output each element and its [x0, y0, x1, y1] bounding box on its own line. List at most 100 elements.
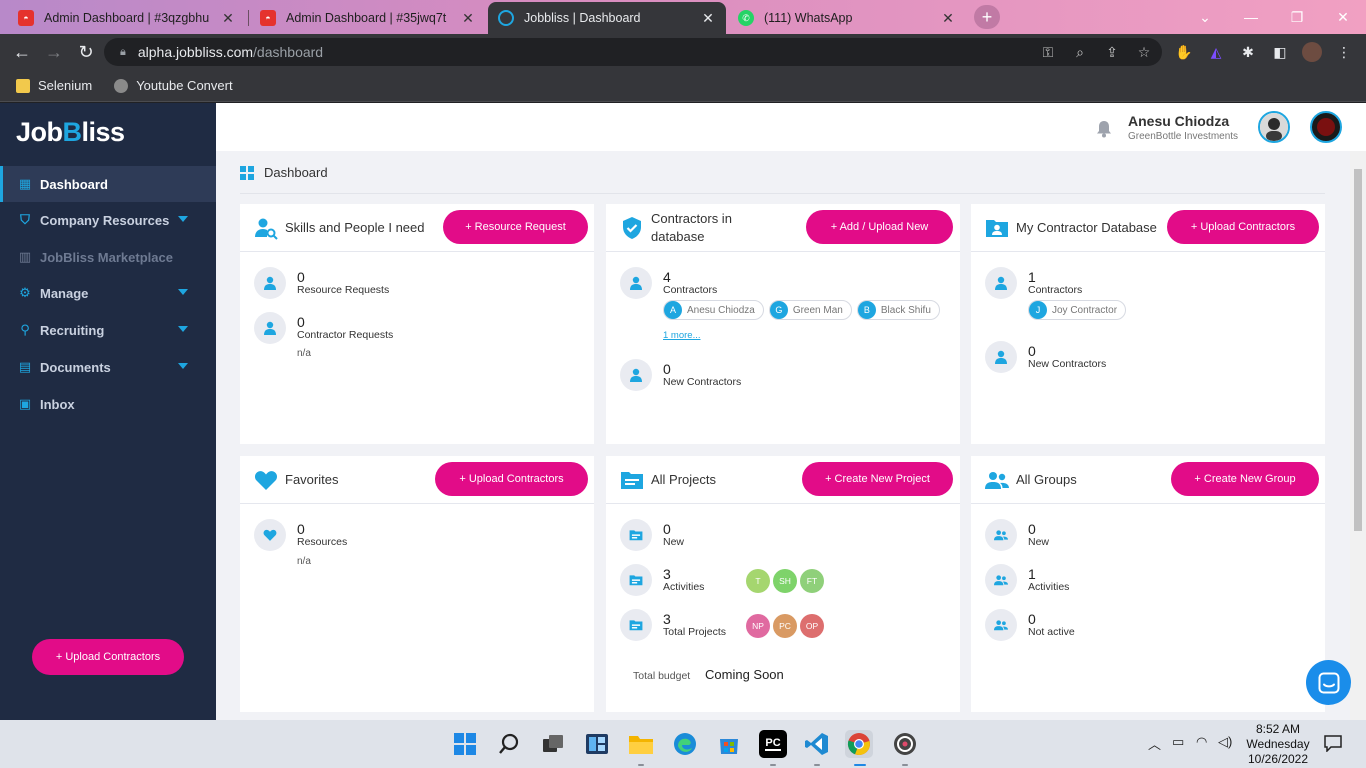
upload-contractors-button[interactable]: + Upload Contractors: [435, 462, 588, 496]
contractor-chip[interactable]: A Anesu Chiodza: [663, 300, 764, 320]
card-title: Favorites: [285, 472, 339, 487]
bookmark-star-icon[interactable]: ☆: [1134, 42, 1154, 62]
company-avatar[interactable]: [1310, 111, 1342, 143]
project-avatar[interactable]: OP: [800, 614, 824, 638]
resource-request-button[interactable]: + Resource Request: [443, 210, 588, 244]
close-tab-icon[interactable]: ✕: [940, 10, 956, 27]
extension-triangle-icon[interactable]: ◭: [1206, 42, 1226, 62]
search-icon[interactable]: [495, 730, 523, 758]
minimize-button[interactable]: —: [1228, 0, 1274, 34]
tab-search-icon[interactable]: ⌄: [1182, 0, 1228, 34]
contractors-card: Contractors in database + Add / Upload N…: [606, 204, 960, 444]
extensions-puzzle-icon[interactable]: ✱: [1238, 42, 1258, 62]
create-new-group-button[interactable]: + Create New Group: [1171, 462, 1319, 496]
admin-favicon-icon: ◓: [18, 10, 34, 26]
file-explorer-icon[interactable]: [627, 730, 655, 758]
running-indicator: [814, 764, 820, 766]
sidebar-item-dashboard[interactable]: ▦ Dashboard: [0, 166, 216, 202]
widgets-icon[interactable]: [583, 730, 611, 758]
new-tab-button[interactable]: +: [974, 5, 1000, 29]
sidebar-item-documents[interactable]: ▤ Documents: [0, 349, 216, 385]
activity-avatar[interactable]: FT: [800, 569, 824, 593]
activity-avatar[interactable]: SH: [773, 569, 797, 593]
system-clock[interactable]: 8:52 AM Wednesday 10/26/2022: [1238, 722, 1318, 767]
person-icon: [254, 267, 286, 299]
bookmark-youtube-convert[interactable]: Youtube Convert: [114, 78, 233, 93]
browser-tab[interactable]: ✆ (111) WhatsApp ✕: [728, 2, 966, 34]
more-link[interactable]: 1 more...: [663, 330, 701, 341]
close-tab-icon[interactable]: ✕: [220, 10, 236, 27]
list-item: 4 Contractors: [620, 267, 717, 299]
start-icon[interactable]: [451, 730, 479, 758]
main-content: Anesu Chiodza GreenBottle Investments Da…: [216, 103, 1366, 720]
menu-kebab-icon[interactable]: ⋮: [1334, 42, 1354, 62]
na-text: n/a: [297, 556, 311, 567]
sidebar-item-company-resources[interactable]: ⛉ Company Resources: [0, 202, 216, 238]
browser-tab[interactable]: ◓ Admin Dashboard | #3qzgbhu ✕: [8, 2, 246, 34]
obs-icon[interactable]: [891, 730, 919, 758]
url-host: alpha.jobbliss.com: [137, 44, 254, 60]
sidebar-item-marketplace[interactable]: ▥ JobBliss Marketplace: [0, 239, 216, 275]
battery-icon[interactable]: ▭: [1172, 734, 1184, 750]
breadcrumb: Dashboard: [240, 165, 328, 180]
all-groups-card: All Groups + Create New Group 0 New 1 Acti…: [971, 456, 1325, 712]
close-tab-icon[interactable]: ✕: [700, 10, 716, 27]
side-panel-icon[interactable]: ◧: [1270, 42, 1290, 62]
task-view-icon[interactable]: [539, 730, 567, 758]
chevron-down-icon: [178, 289, 188, 295]
wifi-icon[interactable]: ◠: [1196, 734, 1207, 750]
volume-icon[interactable]: ◁): [1218, 734, 1232, 750]
upload-contractors-button[interactable]: + Upload Contractors: [1167, 210, 1319, 244]
edge-icon[interactable]: [671, 730, 699, 758]
project-avatar[interactable]: NP: [746, 614, 770, 638]
pycharm-icon[interactable]: PC: [759, 730, 787, 758]
page-scrollbar[interactable]: [1350, 151, 1366, 720]
card-title: All Groups: [1016, 472, 1077, 487]
card-title: Contractors in database: [651, 211, 732, 244]
sidebar-item-inbox[interactable]: ▣ Inbox: [0, 386, 216, 422]
project-avatar[interactable]: PC: [773, 614, 797, 638]
share-icon[interactable]: ⇪: [1102, 42, 1122, 62]
back-icon[interactable]: ←: [10, 40, 34, 64]
tab-separator: [248, 10, 249, 26]
contractor-chip[interactable]: G Green Man: [768, 300, 852, 320]
store-icon[interactable]: [715, 730, 743, 758]
zoom-icon[interactable]: ⌕: [1070, 42, 1090, 62]
vscode-icon[interactable]: [803, 730, 831, 758]
sidebar-item-recruiting[interactable]: ⚲ Recruiting: [0, 312, 216, 348]
contractor-chip[interactable]: B Black Shifu: [856, 300, 940, 320]
forward-icon[interactable]: →: [42, 40, 66, 64]
chrome-icon[interactable]: [845, 730, 873, 758]
list-item: 0 New Contractors: [620, 359, 741, 391]
list-item: 3 Activities: [620, 564, 704, 596]
close-window-button[interactable]: ✕: [1320, 0, 1366, 34]
heart-icon: [254, 519, 286, 551]
contractor-chip[interactable]: J Joy Contractor: [1028, 300, 1127, 320]
chevron-up-icon[interactable]: ︿: [1148, 734, 1161, 753]
notification-icon[interactable]: [1324, 734, 1342, 755]
key-icon[interactable]: ⚿: [1038, 42, 1058, 62]
chat-widget-button[interactable]: [1306, 660, 1351, 705]
bell-icon[interactable]: [1096, 120, 1112, 138]
activity-avatar[interactable]: T: [746, 569, 770, 593]
scrollbar-thumb[interactable]: [1354, 169, 1362, 531]
profile-avatar-icon[interactable]: [1302, 42, 1322, 62]
running-indicator: [638, 764, 644, 766]
browser-tab[interactable]: ◓ Admin Dashboard | #35jwq7t ✕: [250, 2, 486, 34]
user-avatar[interactable]: [1258, 111, 1290, 143]
extension-hand-icon[interactable]: ✋: [1174, 42, 1194, 62]
jobbliss-logo[interactable]: JobBliss: [16, 117, 125, 148]
reload-icon[interactable]: ↻: [74, 40, 98, 64]
folder-icon: [16, 78, 30, 93]
address-bar[interactable]: 🔒︎ alpha.jobbliss.com/dashboard: [104, 38, 1162, 66]
running-indicator: [902, 764, 908, 766]
sidebar-item-manage[interactable]: ⚙ Manage: [0, 275, 216, 311]
add-upload-new-button[interactable]: + Add / Upload New: [806, 210, 953, 244]
bookmark-selenium[interactable]: Selenium: [16, 78, 92, 93]
documents-icon: ▤: [18, 359, 32, 374]
close-tab-icon[interactable]: ✕: [460, 10, 476, 27]
restore-button[interactable]: ❐: [1274, 0, 1320, 34]
browser-tab-active[interactable]: Jobbliss | Dashboard ✕: [488, 2, 726, 34]
create-new-project-button[interactable]: + Create New Project: [802, 462, 953, 496]
sidebar-upload-contractors-button[interactable]: + Upload Contractors: [32, 639, 184, 675]
